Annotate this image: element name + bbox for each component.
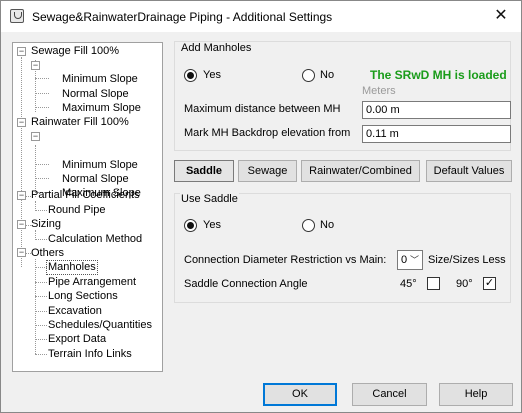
add-manholes-yes-radio[interactable]: [184, 69, 197, 82]
expander-sewage-fill-icon[interactable]: −: [17, 47, 26, 56]
use-saddle-yes-label[interactable]: Yes: [203, 219, 221, 231]
use-saddle-title: Use Saddle: [180, 193, 239, 205]
tree-item-rain-normal-slope[interactable]: Normal Slope: [61, 173, 130, 186]
backdrop-elevation-input[interactable]: 0.11 m: [362, 125, 511, 143]
tab-default-values[interactable]: Default Values: [426, 160, 512, 182]
tree-item-partial-fill[interactable]: Partial Fill Coefficients: [30, 189, 141, 202]
tab-sewage[interactable]: Sewage: [238, 160, 297, 182]
ok-button[interactable]: OK: [263, 383, 337, 406]
tree-item-rainwater-fill[interactable]: Rainwater Fill 100%: [30, 116, 130, 129]
tree-item-rain-min-slope[interactable]: Minimum Slope: [61, 159, 139, 172]
backdrop-elevation-label: Mark MH Backdrop elevation from: [184, 127, 351, 139]
use-saddle-no-label[interactable]: No: [320, 219, 334, 231]
expander-sizing-icon[interactable]: −: [17, 220, 26, 229]
tree-item-export-data[interactable]: Export Data: [47, 333, 107, 346]
tree-item-long-sections[interactable]: Long Sections: [47, 290, 119, 303]
tree-item-calculation-method[interactable]: Calculation Method: [47, 233, 143, 246]
window-title: Sewage&RainwaterDrainage Piping - Additi…: [32, 10, 333, 24]
tab-saddle[interactable]: Saddle: [174, 160, 234, 182]
tree-item-sizing[interactable]: Sizing: [30, 218, 62, 231]
max-distance-input[interactable]: 0.00 m: [362, 101, 511, 119]
tree-item-manholes[interactable]: Manholes: [46, 260, 98, 275]
tree-item-sewage-min-slope[interactable]: Minimum Slope: [61, 73, 139, 86]
angle-90-label: 90°: [456, 278, 473, 290]
expander-others-icon[interactable]: −: [17, 248, 26, 257]
expander-sewage-sub-icon[interactable]: −: [31, 61, 40, 70]
help-button[interactable]: Help: [439, 383, 513, 406]
tree-item-excavation[interactable]: Excavation: [47, 305, 103, 318]
chevron-down-icon: ﹀: [409, 255, 419, 265]
tree-item-round-pipe[interactable]: Round Pipe: [47, 204, 107, 217]
expander-partial-fill-icon[interactable]: −: [17, 191, 26, 200]
expander-rainwater-fill-icon[interactable]: −: [17, 118, 26, 127]
diameter-restriction-suffix: Size/Sizes Less: [428, 254, 506, 266]
close-button[interactable]: ✕: [487, 5, 515, 27]
tree-item-schedules-quantities[interactable]: Schedules/Quantities: [47, 319, 153, 332]
diameter-restriction-value: 0: [401, 254, 408, 266]
app-icon: [10, 9, 24, 23]
units-hint: Meters: [362, 85, 396, 97]
add-manholes-title: Add Manholes: [180, 42, 253, 54]
angle-45-checkbox[interactable]: [427, 277, 440, 290]
add-manholes-no-radio[interactable]: [302, 69, 315, 82]
title-bar: Sewage&RainwaterDrainage Piping - Additi…: [1, 1, 521, 32]
add-manholes-yes-label[interactable]: Yes: [203, 69, 221, 81]
tree-item-pipe-arrangement[interactable]: Pipe Arrangement: [47, 276, 137, 289]
cancel-button[interactable]: Cancel: [352, 383, 427, 406]
use-saddle-no-radio[interactable]: [302, 219, 315, 232]
use-saddle-yes-radio[interactable]: [184, 219, 197, 232]
tree-item-terrain-info-links[interactable]: Terrain Info Links: [47, 348, 133, 361]
diameter-restriction-select[interactable]: 0 ﹀: [397, 250, 423, 270]
add-manholes-no-label[interactable]: No: [320, 69, 334, 81]
saddle-angle-label: Saddle Connection Angle: [184, 278, 308, 290]
tree-item-sewage-fill[interactable]: Sewage Fill 100%: [30, 45, 120, 58]
settings-tree[interactable]: − Sewage Fill 100% − Minimum Slope Norma…: [12, 42, 163, 372]
expander-rainwater-sub-icon[interactable]: −: [31, 132, 40, 141]
dialog-window: Sewage&RainwaterDrainage Piping - Additi…: [0, 0, 522, 413]
diameter-restriction-label: Connection Diameter Restriction vs Main:: [184, 254, 387, 266]
max-distance-label: Maximum distance between MH: [184, 103, 341, 115]
check-icon: ✓: [484, 277, 495, 289]
tree-item-sewage-max-slope[interactable]: Maximum Slope: [61, 102, 142, 115]
tree-item-others[interactable]: Others: [30, 247, 65, 260]
tree-item-sewage-normal-slope[interactable]: Normal Slope: [61, 88, 130, 101]
tab-rainwater-combined[interactable]: Rainwater/Combined: [301, 160, 420, 182]
mh-loaded-status: The SRwD MH is loaded: [370, 68, 507, 82]
angle-90-checkbox[interactable]: ✓: [483, 277, 496, 290]
angle-45-label: 45°: [400, 278, 417, 290]
